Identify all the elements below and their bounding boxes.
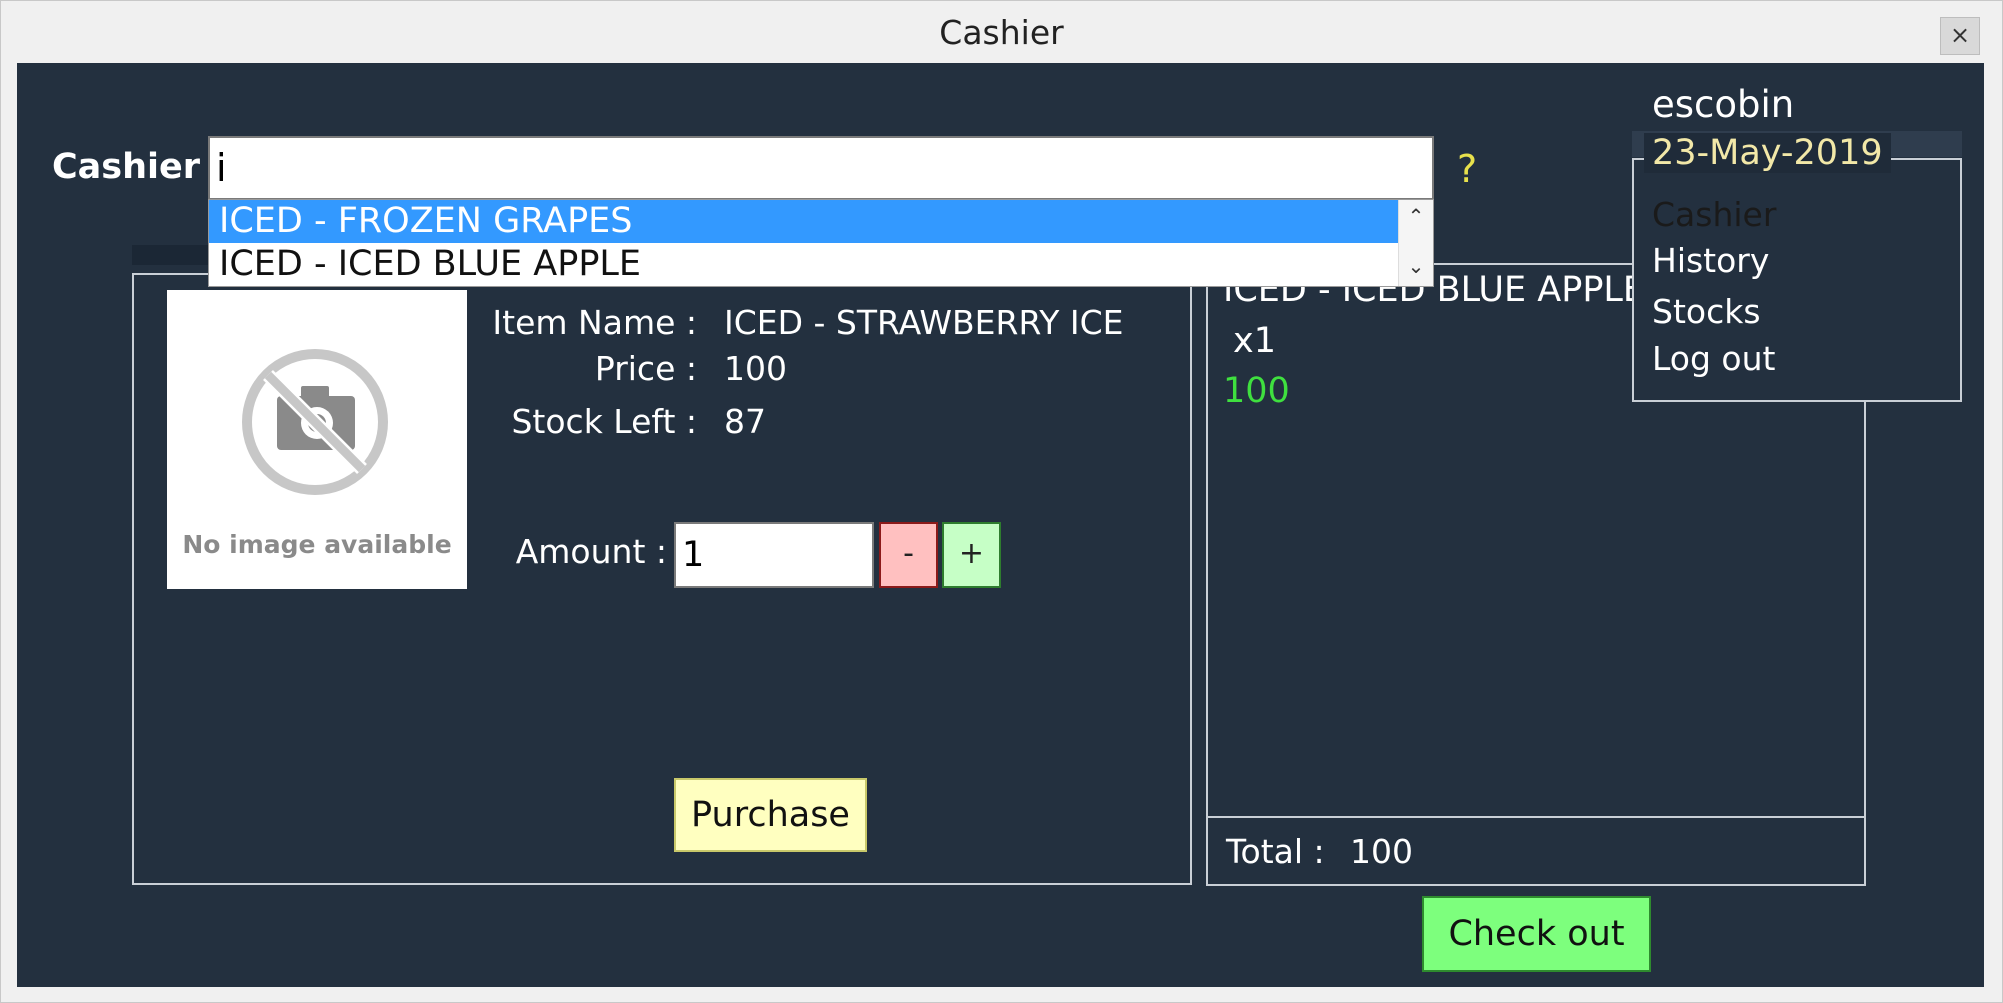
purchase-button[interactable]: Purchase (674, 778, 867, 852)
menu-item-stocks[interactable]: Stocks (1652, 292, 1761, 331)
price-value: 100 (724, 349, 787, 388)
suggestion-item[interactable]: ICED - FROZEN GRAPES (209, 200, 1399, 243)
username: escobin (1652, 83, 1795, 126)
cart-item-quantity: x1 (1233, 321, 1276, 361)
stock-left-value: 87 (724, 402, 766, 441)
total-label: Total : (1226, 832, 1325, 871)
increase-amount-button[interactable]: + (942, 522, 1001, 588)
cashier-window: Cashier × Cashier ? No image available I… (0, 0, 2003, 1003)
amount-label: Amount : (515, 532, 667, 571)
total-value: 100 (1350, 832, 1413, 871)
search-label: Cashier (52, 147, 201, 187)
client-area: Cashier ? No image available Item Name :… (17, 63, 1984, 987)
product-image: No image available (167, 290, 467, 589)
help-icon[interactable]: ? (1457, 147, 1477, 191)
current-date: 23-May-2019 (1644, 133, 1891, 173)
item-name-value: ICED - STRAWBERRY ICE (724, 303, 1124, 342)
chevron-up-icon[interactable]: ⌃ (1399, 204, 1433, 228)
panel-header-strip (132, 245, 208, 265)
chevron-down-icon[interactable]: ⌄ (1399, 254, 1433, 278)
stock-left-label: Stock Left : (511, 402, 697, 441)
cart-item-price: 100 (1223, 371, 1290, 411)
title-bar: Cashier × (1, 1, 2002, 63)
item-name-label: Item Name : (492, 303, 697, 342)
price-label: Price : (594, 349, 697, 388)
dropdown-scrollbar[interactable]: ⌃ ⌄ (1398, 200, 1433, 286)
menu-item-cashier[interactable]: Cashier (1652, 195, 1776, 234)
no-camera-icon (242, 349, 388, 495)
close-button[interactable]: × (1940, 17, 1980, 55)
autocomplete-dropdown: ICED - FROZEN GRAPES ICED - ICED BLUE AP… (208, 199, 1434, 287)
amount-input[interactable] (674, 522, 874, 588)
decrease-amount-button[interactable]: - (879, 522, 938, 588)
suggestion-item[interactable]: ICED - ICED BLUE APPLE (209, 243, 1399, 286)
product-search-input[interactable] (208, 136, 1434, 200)
menu-item-log-out[interactable]: Log out (1652, 339, 1775, 378)
checkout-button[interactable]: Check out (1422, 896, 1651, 972)
no-image-label: No image available (182, 530, 452, 559)
window-title: Cashier (939, 13, 1064, 52)
menu-item-history[interactable]: History (1652, 241, 1769, 280)
cart-divider (1208, 816, 1864, 818)
